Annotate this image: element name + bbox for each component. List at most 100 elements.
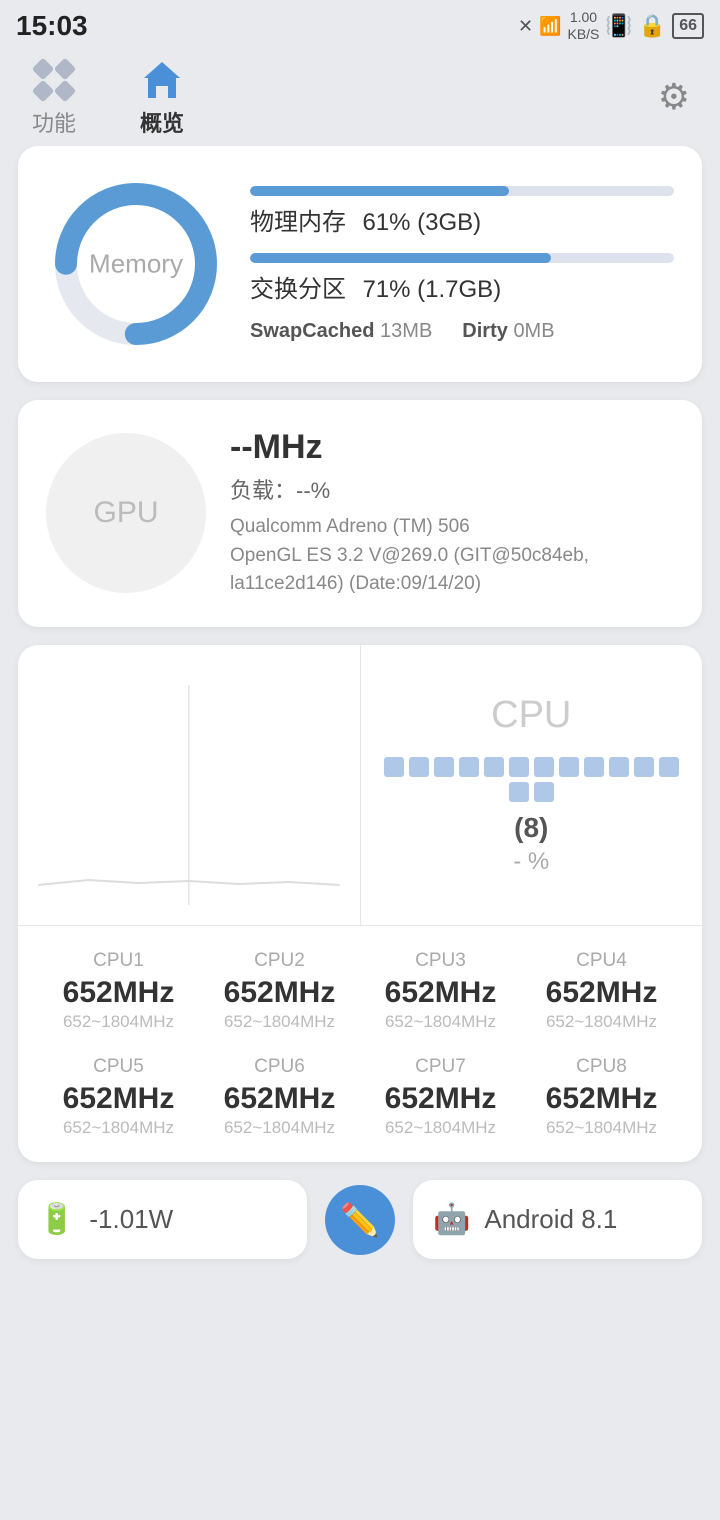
cpu-core-name-3: CPU3 (415, 950, 466, 972)
functions-icon (30, 56, 78, 104)
nav-bar: 功能 概览 ⚙ (0, 48, 720, 146)
cpu-core-range-5: 652~1804MHz (63, 1118, 174, 1138)
memory-card: Memory 物理内存 61% (3GB) 交换分区 71% (1.7GB) S… (18, 146, 702, 382)
swap-value: 71% (1.7GB) (362, 276, 501, 303)
signal-icon: ✕ (518, 16, 533, 37)
android-card: 🤖 Android 8.1 (413, 1180, 702, 1259)
cpu-core-freq-3: 652MHz (385, 976, 497, 1010)
tab-functions-label: 功能 (32, 106, 76, 138)
cpu-core-dots (381, 757, 683, 802)
gpu-circle: GPU (46, 433, 206, 593)
cpu-core-item-6: CPU6 652MHz 652~1804MHz (199, 1056, 360, 1138)
swap-progress-fill (250, 253, 551, 263)
cpu-grid: CPU1 652MHz 652~1804MHz CPU2 652MHz 652~… (18, 926, 702, 1162)
cpu-core-freq-6: 652MHz (224, 1082, 336, 1116)
cpu-core-freq-2: 652MHz (224, 976, 336, 1010)
tab-functions[interactable]: 功能 (30, 56, 78, 138)
cpu-core-range-1: 652~1804MHz (63, 1012, 174, 1032)
cpu-graph-area (18, 645, 361, 925)
cpu-dot-9 (584, 757, 604, 777)
physical-memory-row: 物理内存 61% (3GB) (250, 186, 674, 237)
cpu-percent: - % (513, 848, 549, 876)
cpu-top-section: CPU (8) - % (18, 645, 702, 925)
cpu-core-range-4: 652~1804MHz (546, 1012, 657, 1032)
cpu-dot-11 (634, 757, 654, 777)
cpu-dot-3 (434, 757, 454, 777)
bottom-bar: 🔋 -1.01W ✏️ 🤖 Android 8.1 (0, 1180, 720, 1277)
tab-overview[interactable]: 概览 (138, 56, 186, 138)
power-value: -1.01W (89, 1204, 173, 1235)
memory-info: 物理内存 61% (3GB) 交换分区 71% (1.7GB) SwapCach… (250, 186, 674, 343)
cpu-dot-10 (609, 757, 629, 777)
cpu-core-item-1: CPU1 652MHz 652~1804MHz (38, 950, 199, 1032)
power-icon: 🔋 (38, 1202, 75, 1237)
android-icon: 🤖 (433, 1202, 470, 1237)
vibrate-icon: 📳 (605, 13, 632, 39)
physical-progress-fill (250, 186, 509, 196)
dirty: Dirty 0MB (462, 320, 554, 343)
cpu-title: CPU (491, 694, 571, 737)
gpu-info: --MHz 负载：--% Qualcomm Adreno (TM) 506 Op… (230, 428, 674, 599)
cpu-dot-5 (484, 757, 504, 777)
battery-indicator: 66 (672, 13, 704, 39)
swap-cached: SwapCached 13MB (250, 320, 432, 343)
status-bar: 15:03 ✕ 📶 1.00KB/S 📳 🔒 66 (0, 0, 720, 48)
cpu-dot-12 (659, 757, 679, 777)
settings-button[interactable]: ⚙ (658, 76, 690, 118)
cpu-core-name-5: CPU5 (93, 1056, 144, 1078)
kb-speed: 1.00KB/S (567, 9, 599, 43)
cpu-core-name-7: CPU7 (415, 1056, 466, 1078)
gpu-load: 负载：--% (230, 473, 674, 505)
tab-overview-label: 概览 (140, 106, 184, 138)
wifi-icon: 📶 (539, 16, 561, 37)
fab-icon: ✏️ (340, 1201, 380, 1239)
cpu-core-name-8: CPU8 (576, 1056, 627, 1078)
cpu-core-name-4: CPU4 (576, 950, 627, 972)
cpu-core-item-5: CPU5 652MHz 652~1804MHz (38, 1056, 199, 1138)
cpu-core-name-6: CPU6 (254, 1056, 305, 1078)
cpu-info-right: CPU (8) - % (361, 645, 703, 925)
memory-details: SwapCached 13MB Dirty 0MB (250, 320, 674, 343)
android-label: Android 8.1 (484, 1204, 617, 1235)
swap-label: 交换分区 (250, 276, 346, 303)
cpu-core-range-2: 652~1804MHz (224, 1012, 335, 1032)
cpu-core-item-3: CPU3 652MHz 652~1804MHz (360, 950, 521, 1032)
physical-value: 61% (3GB) (362, 209, 481, 236)
cpu-core-name-1: CPU1 (93, 950, 144, 972)
fab-button[interactable]: ✏️ (325, 1185, 395, 1255)
cpu-core-range-3: 652~1804MHz (385, 1012, 496, 1032)
cpu-core-freq-1: 652MHz (63, 976, 175, 1010)
gpu-description: Qualcomm Adreno (TM) 506 OpenGL ES 3.2 V… (230, 513, 674, 599)
swap-progress-bg (250, 253, 674, 263)
cpu-core-item-4: CPU4 652MHz 652~1804MHz (521, 950, 682, 1032)
gpu-mhz: --MHz (230, 428, 674, 467)
memory-donut-label: Memory (89, 249, 183, 280)
cpu-core-range-8: 652~1804MHz (546, 1118, 657, 1138)
gpu-label: GPU (93, 496, 158, 530)
cpu-core-item-2: CPU2 652MHz 652~1804MHz (199, 950, 360, 1032)
status-icons: ✕ 📶 1.00KB/S 📳 🔒 66 (518, 9, 704, 43)
memory-donut: Memory (46, 174, 226, 354)
cpu-core-item-7: CPU7 652MHz 652~1804MHz (360, 1056, 521, 1138)
cpu-core-item-8: CPU8 652MHz 652~1804MHz (521, 1056, 682, 1138)
cpu-dot-8 (559, 757, 579, 777)
cpu-dot-2 (409, 757, 429, 777)
swap-memory-row: 交换分区 71% (1.7GB) (250, 253, 674, 304)
cpu-dot-6 (509, 757, 529, 777)
cpu-dot-4 (459, 757, 479, 777)
status-time: 15:03 (16, 10, 88, 42)
gpu-card: GPU --MHz 负载：--% Qualcomm Adreno (TM) 50… (18, 400, 702, 627)
physical-progress-bg (250, 186, 674, 196)
cpu-cores-count: (8) (514, 812, 548, 844)
cpu-core-freq-5: 652MHz (63, 1082, 175, 1116)
cpu-core-range-7: 652~1804MHz (385, 1118, 496, 1138)
cpu-core-range-6: 652~1804MHz (224, 1118, 335, 1138)
cpu-dot-1 (384, 757, 404, 777)
cpu-core-freq-8: 652MHz (546, 1082, 658, 1116)
cpu-card: CPU (8) - % CPU1 652MH (18, 645, 702, 1163)
cpu-core-freq-4: 652MHz (546, 976, 658, 1010)
cpu-dot-14 (534, 782, 554, 802)
lock-icon: 🔒 (639, 13, 666, 39)
power-card: 🔋 -1.01W (18, 1180, 307, 1259)
overview-icon (138, 56, 186, 104)
